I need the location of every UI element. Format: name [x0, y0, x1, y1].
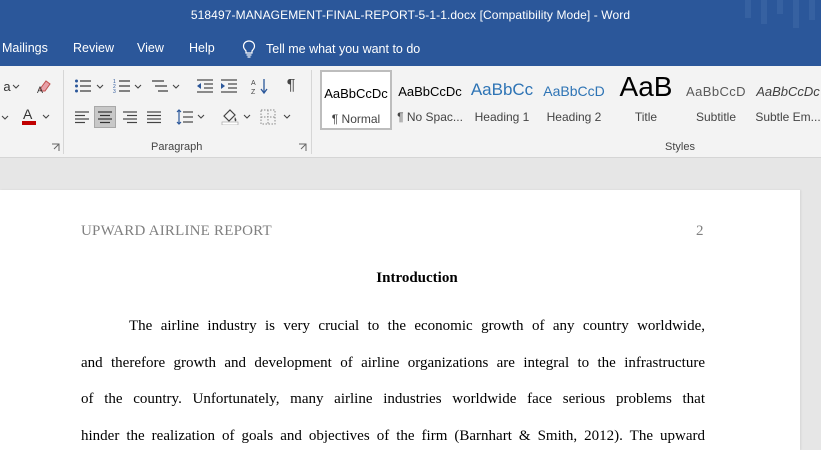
paragraph-group-label: Paragraph — [151, 141, 203, 153]
style-name: ¶ Normal — [331, 112, 381, 126]
style-title[interactable]: AaB Title — [610, 70, 682, 130]
shading-icon[interactable] — [220, 106, 240, 126]
body-text-line: of the country. Unfortunately, many airl… — [81, 391, 705, 407]
tell-me-search[interactable]: Tell me what you want to do — [242, 40, 420, 58]
justify-icon[interactable] — [144, 107, 164, 127]
styles-group-label: Styles — [665, 141, 695, 153]
document-area-background — [0, 158, 821, 190]
tab-view[interactable]: View — [137, 41, 164, 55]
style-sample: AaBbCcD — [543, 83, 605, 99]
multilevel-list-icon[interactable] — [150, 76, 170, 96]
bullets-dropdown-icon[interactable] — [96, 83, 104, 91]
align-right-icon[interactable] — [120, 107, 140, 127]
style-heading-1[interactable]: AaBbCc Heading 1 — [466, 70, 538, 130]
style-name: ¶ No Spac... — [397, 110, 463, 124]
style-heading-2[interactable]: AaBbCcD Heading 2 — [538, 70, 610, 130]
style-name: Heading 1 — [474, 110, 530, 124]
style-sample: AaBbCc — [470, 80, 534, 99]
body-text-line: hinder the realization of goals and obje… — [81, 428, 705, 444]
style-normal[interactable]: AaBbCcDc ¶ Normal — [320, 70, 392, 130]
style-sample: AaB — [619, 71, 673, 102]
sort-icon[interactable]: A Z — [250, 76, 270, 96]
tab-review[interactable]: Review — [73, 41, 114, 55]
align-center-icon[interactable] — [94, 106, 116, 128]
clear-formatting-icon[interactable]: A — [35, 76, 55, 96]
style-name: Subtitle — [695, 110, 737, 124]
svg-text:Z: Z — [251, 89, 256, 95]
svg-text:A: A — [37, 85, 43, 95]
body-text-line: and therefore growth and development of … — [81, 355, 705, 371]
svg-text:A: A — [23, 106, 33, 122]
font-dialog-launcher-icon[interactable] — [51, 143, 60, 152]
style-name: Title — [634, 110, 658, 124]
shading-dropdown-icon[interactable] — [243, 113, 251, 121]
borders-icon[interactable] — [258, 107, 278, 127]
font-partial-dropdown[interactable] — [0, 108, 10, 128]
body-text-line: The airline industry is very crucial to … — [129, 318, 705, 334]
show-formatting-marks-icon[interactable]: ¶ — [281, 76, 301, 96]
tab-help[interactable]: Help — [189, 41, 215, 55]
multilevel-dropdown-icon[interactable] — [172, 83, 180, 91]
font-color-dropdown-icon[interactable] — [42, 113, 50, 121]
chevron-down-icon[interactable] — [12, 83, 20, 91]
ribbon-tabs: Mailings Review View Help Tell me what y… — [0, 32, 821, 66]
group-separator — [311, 70, 312, 154]
window-title: 518497-MANAGEMENT-FINAL-REPORT-5-1-1.doc… — [190, 8, 631, 22]
bullets-icon[interactable] — [73, 76, 93, 96]
decrease-indent-icon[interactable] — [195, 76, 215, 96]
document-page[interactable]: UPWARD AIRLINE REPORT 2 Introduction The… — [0, 190, 800, 450]
ribbon: a A A 1 2 3 A Z ¶ Paragraph AaBbCcDc ¶ N… — [0, 66, 821, 158]
align-left-icon[interactable] — [72, 107, 92, 127]
title-bar: 518497-MANAGEMENT-FINAL-REPORT-5-1-1.doc… — [0, 0, 821, 32]
svg-text:A: A — [251, 80, 256, 87]
styles-gallery: AaBbCcDc ¶ Normal AaBbCcDc ¶ No Spac... … — [318, 70, 821, 132]
style-sample: AaBbCcDc — [756, 84, 820, 99]
style-name: Heading 2 — [546, 110, 602, 124]
increase-indent-icon[interactable] — [219, 76, 239, 96]
group-separator — [63, 70, 64, 154]
page-number: 2 — [696, 223, 704, 239]
numbering-icon[interactable]: 1 2 3 — [112, 76, 132, 96]
title-bar-decoration — [745, 0, 815, 28]
style-sample: AaBbCcDc — [324, 86, 388, 101]
style-no-spacing[interactable]: AaBbCcDc ¶ No Spac... — [394, 70, 466, 130]
style-sample: AaBbCcDc — [398, 84, 462, 99]
style-subtle-emphasis[interactable]: AaBbCcDc Subtle Em... — [752, 70, 821, 130]
running-header: UPWARD AIRLINE REPORT — [81, 223, 272, 239]
numbering-dropdown-icon[interactable] — [134, 83, 142, 91]
svg-text:3: 3 — [113, 89, 116, 94]
borders-dropdown-icon[interactable] — [283, 113, 291, 121]
font-color-icon[interactable]: A — [19, 106, 39, 126]
style-sample: AaBbCcD — [686, 84, 746, 99]
style-subtitle[interactable]: AaBbCcD Subtitle — [680, 70, 752, 130]
tab-mailings[interactable]: Mailings — [2, 41, 48, 55]
line-spacing-icon[interactable] — [175, 107, 195, 127]
tell-me-label: Tell me what you want to do — [266, 42, 421, 56]
paragraph-dialog-launcher-icon[interactable] — [298, 143, 307, 152]
style-name: Subtle Em... — [755, 110, 821, 124]
section-heading: Introduction — [376, 270, 458, 286]
lightbulb-icon — [242, 40, 256, 58]
line-spacing-dropdown-icon[interactable] — [197, 113, 205, 121]
